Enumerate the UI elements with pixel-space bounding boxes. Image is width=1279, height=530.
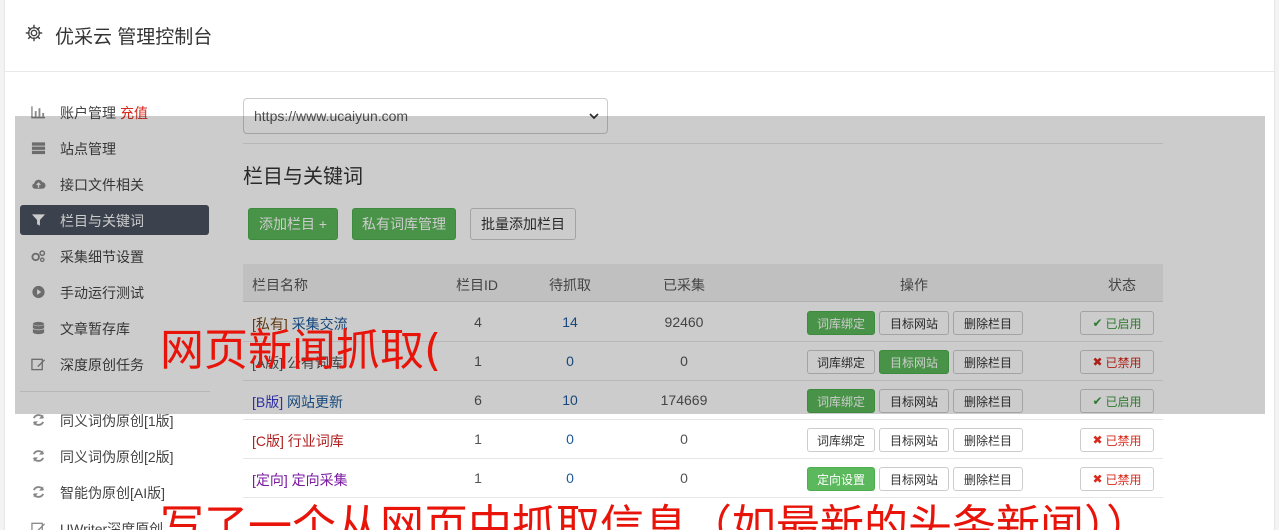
directed-settings-button[interactable]: 定向设置	[807, 467, 875, 491]
collected-count: 0	[680, 431, 688, 447]
sidebar-item-label: UWriter深度原创	[60, 521, 164, 530]
sidebar-item-synonym-v2[interactable]: 同义词伪原创[2版]	[20, 441, 209, 471]
refresh-icon	[32, 414, 45, 426]
sidebar-item-label: 同义词伪原创[2版]	[60, 449, 174, 465]
target-site-button[interactable]: 目标网站	[879, 428, 949, 452]
pending-count[interactable]: 0	[530, 470, 610, 486]
gear-icon	[25, 24, 43, 42]
overlay-caption-1: 网页新闻抓取(	[160, 325, 442, 376]
target-site-button[interactable]: 目标网站	[879, 467, 949, 491]
sidebar-item-label: 同义词伪原创[1版]	[60, 413, 174, 429]
close-icon: ✖	[1092, 433, 1103, 447]
close-icon: ✖	[1092, 472, 1103, 486]
lexicon-bind-button[interactable]: 词库绑定	[807, 428, 875, 452]
column-name-cell[interactable]: [C版] 行业词库	[252, 431, 344, 451]
refresh-icon	[32, 486, 45, 498]
sidebar-item-label: 智能伪原创[AI版]	[60, 485, 166, 501]
refresh-icon	[32, 450, 45, 462]
column-name-cell[interactable]: [定向] 定向采集	[252, 470, 348, 490]
status-toggle[interactable]: ✖ 已禁用	[1080, 428, 1154, 452]
header: 优采云 管理控制台	[5, 0, 1274, 72]
edit-icon	[31, 522, 46, 530]
overlay-caption-2: 写了一个从网页中抓取信息（如最新的头条新闻））	[160, 501, 1150, 530]
status-toggle[interactable]: ✖ 已禁用	[1080, 467, 1154, 491]
page-title: 优采云 管理控制台	[55, 27, 213, 48]
collected-count: 0	[680, 470, 688, 486]
delete-column-button[interactable]: 删除栏目	[953, 467, 1023, 491]
column-id: 1	[474, 470, 482, 486]
column-id: 1	[474, 431, 482, 447]
table-row: [C版] 行业词库 1 0 0 词库绑定 目标网站 删除栏目 ✖ 已禁用	[243, 420, 1163, 459]
pending-count[interactable]: 0	[530, 431, 610, 447]
delete-column-button[interactable]: 删除栏目	[953, 428, 1023, 452]
